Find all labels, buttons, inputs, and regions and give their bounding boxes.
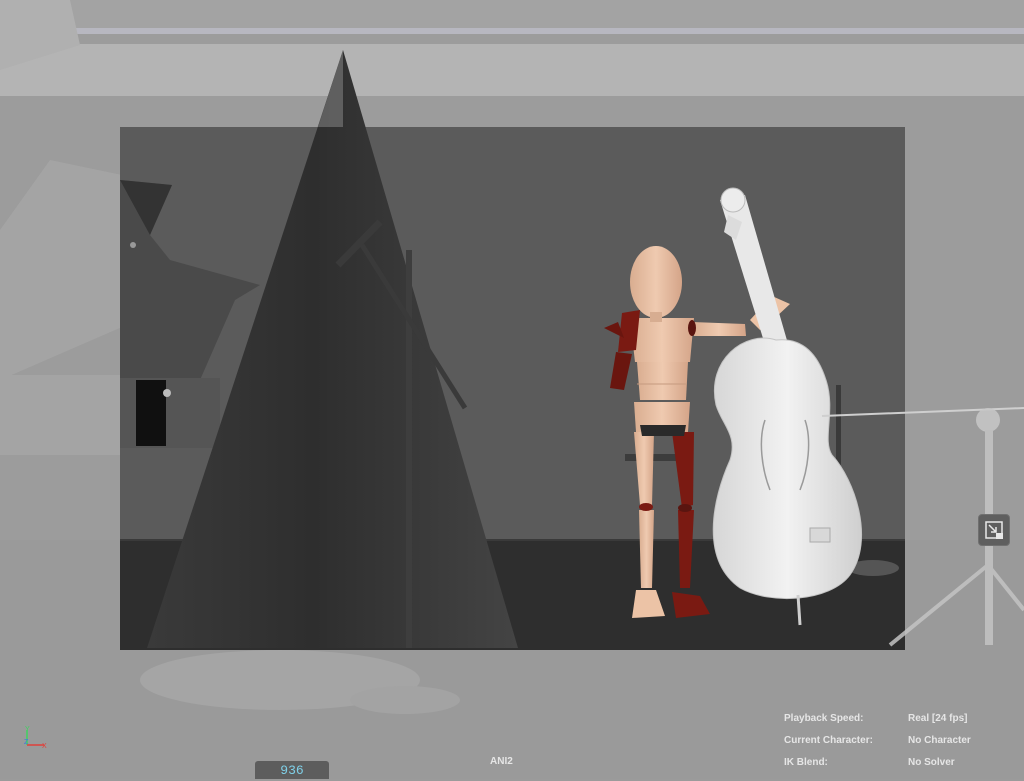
- piano-body-ghost: [0, 375, 120, 455]
- ceiling: [0, 0, 1024, 30]
- ik-blend-value: No Solver: [908, 757, 955, 768]
- axis-z-label: Z: [24, 739, 29, 746]
- stand-base-ghost: [350, 686, 460, 714]
- axis-y-label: Y: [25, 726, 30, 733]
- current-character-label: Current Character:: [784, 735, 873, 746]
- picture-in-picture-button[interactable]: [978, 514, 1010, 546]
- picture-in-picture-icon: [985, 521, 1003, 539]
- view-axis-indicator: Y Z X: [22, 724, 52, 754]
- ik-blend-label: IK Blend:: [784, 757, 828, 768]
- 3d-viewport[interactable]: Y Z X: [0, 0, 1024, 779]
- current-character-value: No Character: [908, 735, 971, 746]
- playback-speed-label: Playback Speed:: [784, 713, 864, 724]
- ceiling-beam: [0, 28, 1024, 34]
- view-axis-icon: Y Z X: [24, 726, 47, 750]
- playback-speed-value: Real [24 fps]: [908, 713, 968, 724]
- axis-x-label: X: [42, 743, 47, 750]
- upper-wall-band: [0, 44, 1024, 96]
- piano-keyboard-body: [120, 378, 220, 448]
- camera-name-label: ANI2: [490, 756, 513, 767]
- piano-dark-panel: [136, 380, 166, 446]
- current-frame-counter[interactable]: 936: [255, 761, 329, 779]
- viewport-scene[interactable]: [0, 0, 1024, 779]
